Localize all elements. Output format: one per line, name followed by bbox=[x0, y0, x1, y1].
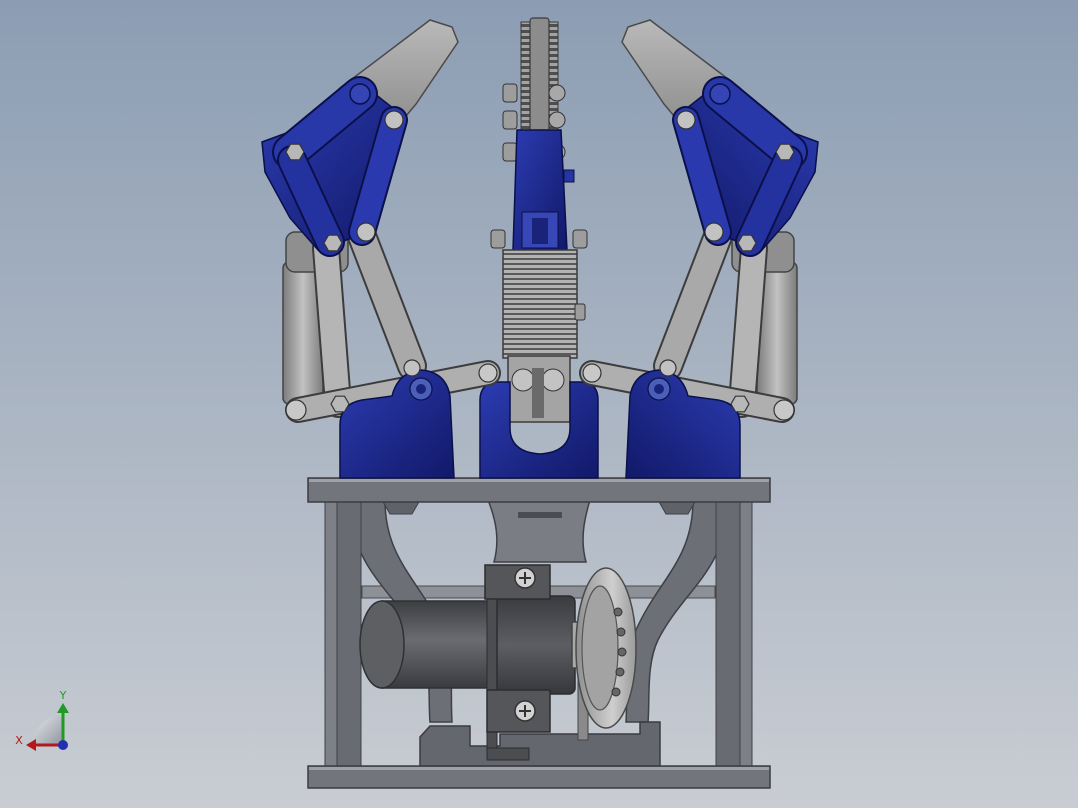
left-pivot-pin bbox=[384, 110, 404, 130]
triad-z-origin bbox=[58, 740, 68, 750]
clamp-stem bbox=[486, 597, 498, 761]
left-hex-nut bbox=[323, 234, 343, 252]
right-pivot-pin bbox=[773, 399, 795, 421]
rack-guide-roller bbox=[502, 142, 518, 162]
center-column-slot bbox=[518, 512, 562, 518]
pulley-hole bbox=[611, 687, 621, 697]
triad-y-label: Y bbox=[59, 689, 67, 702]
right-pivot-pin bbox=[659, 359, 677, 377]
triad-x-label: X bbox=[15, 734, 23, 747]
lower-bracket-slot bbox=[532, 368, 544, 418]
left-pivot-pin bbox=[285, 399, 307, 421]
pulley-hole bbox=[616, 627, 626, 637]
left-hex-nut bbox=[330, 395, 350, 413]
left-pivot-pin bbox=[478, 363, 498, 383]
right-mount-pivot-core bbox=[654, 384, 664, 394]
rack-guide-pin bbox=[548, 84, 566, 102]
motor-end-cap bbox=[359, 600, 405, 689]
top-plate-highlight bbox=[309, 479, 769, 482]
rack-guide-roller bbox=[502, 83, 518, 103]
right-post-outer bbox=[739, 499, 753, 767]
right-pivot-pin bbox=[676, 110, 696, 130]
center-blue-insert-slot bbox=[532, 218, 548, 244]
right-hex-nut bbox=[737, 234, 757, 252]
rack-guide-roller bbox=[502, 110, 518, 130]
rack-guide-pin bbox=[548, 111, 566, 129]
left-pivot-pin bbox=[349, 83, 371, 105]
right-hex-nut bbox=[730, 395, 750, 413]
graphics-area[interactable]: Y X bbox=[0, 0, 1078, 808]
center-side-pin bbox=[490, 229, 506, 249]
pulley-hole bbox=[613, 607, 623, 617]
gear-rack bbox=[529, 17, 550, 135]
pulley-hole bbox=[615, 667, 625, 677]
left-mount-pivot-core bbox=[416, 384, 426, 394]
left-pivot-pin bbox=[403, 359, 421, 377]
clamp-collar bbox=[496, 595, 576, 695]
center-column bbox=[486, 499, 592, 563]
right-pivot-pin bbox=[709, 83, 731, 105]
lower-bracket-roller bbox=[511, 368, 535, 392]
right-post-inner bbox=[715, 499, 741, 767]
finned-block-pin bbox=[574, 303, 586, 321]
lower-bracket-roller bbox=[541, 368, 565, 392]
left-post-inner bbox=[336, 499, 362, 767]
center-blue-tab bbox=[563, 169, 575, 183]
right-vertical-link bbox=[730, 236, 766, 416]
clamp-top-screw bbox=[514, 567, 536, 589]
bottom-plate-highlight bbox=[309, 767, 769, 770]
clamp-foot bbox=[486, 747, 530, 761]
pulley-hole bbox=[617, 647, 627, 657]
right-hex-nut bbox=[775, 143, 795, 161]
right-pivot-pin bbox=[582, 363, 602, 383]
left-pivot-pin bbox=[356, 222, 376, 242]
clamp-bottom-screw bbox=[514, 700, 536, 722]
left-vertical-link bbox=[314, 236, 350, 416]
left-hex-nut bbox=[285, 143, 305, 161]
right-pivot-pin bbox=[704, 222, 724, 242]
finned-block bbox=[502, 249, 578, 359]
center-side-pin bbox=[572, 229, 588, 249]
left-post-outer bbox=[324, 499, 338, 767]
